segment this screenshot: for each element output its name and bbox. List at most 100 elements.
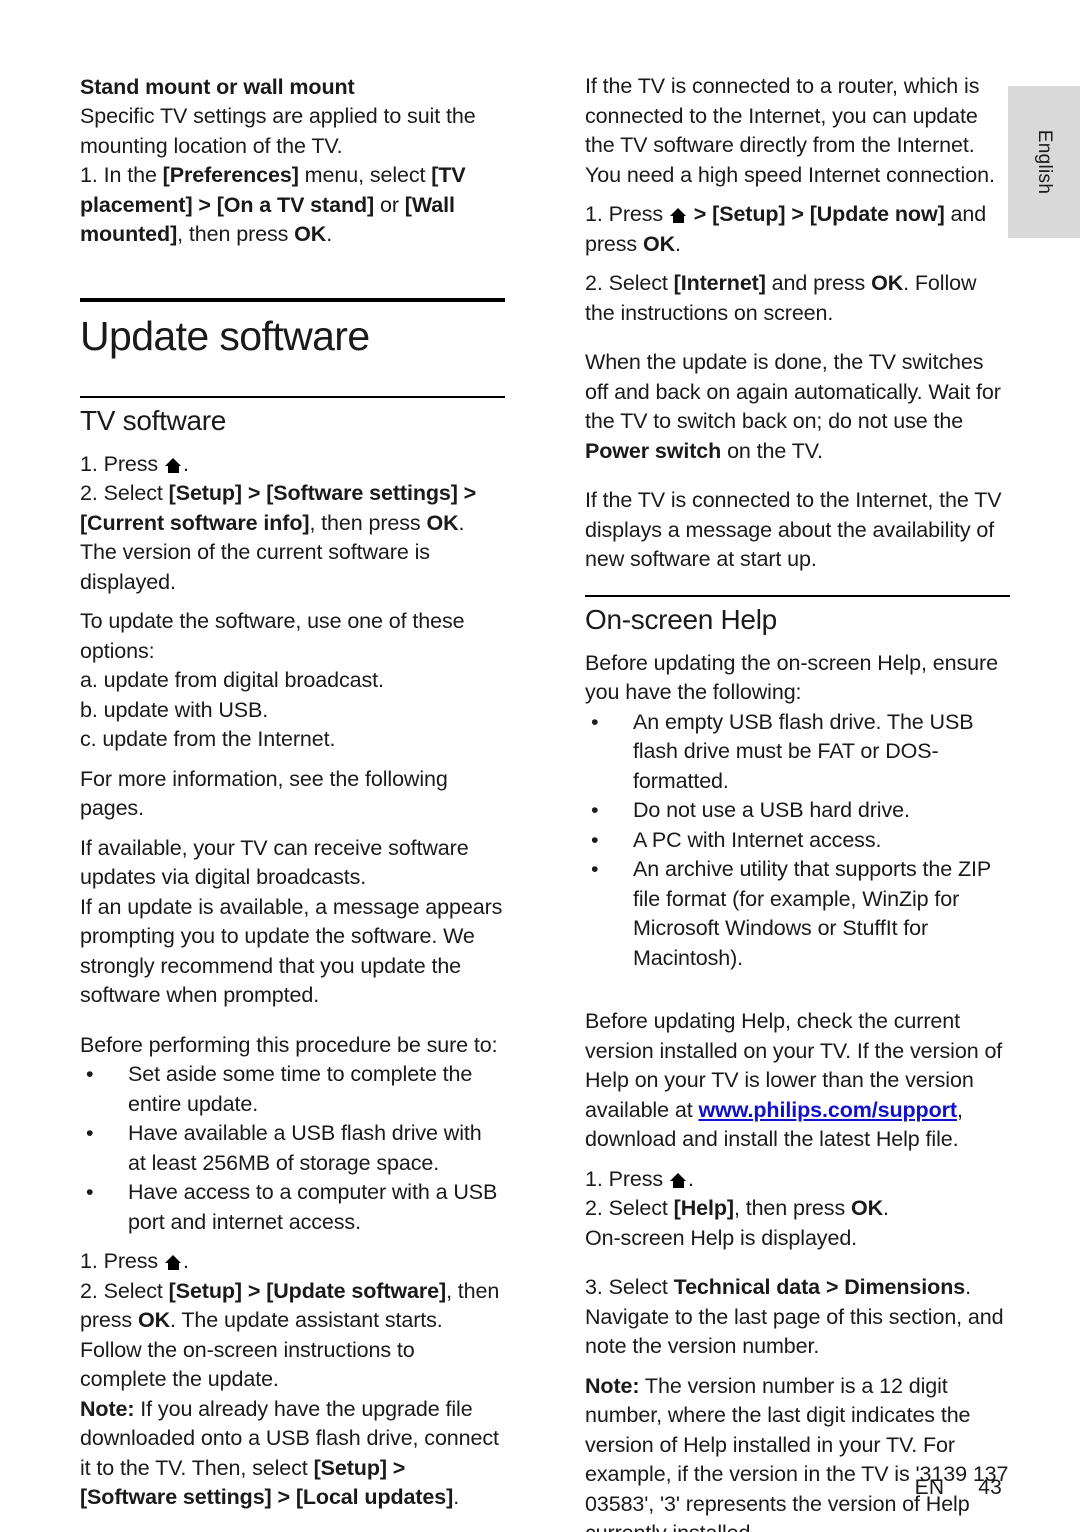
step-text: . [883,1196,889,1220]
step-prefix: 2. Select [80,481,169,505]
separator: > [687,202,713,226]
usb-update-step-2: 2. Select [Setup] > [Update software], t… [80,1277,505,1395]
step-prefix: 1. Press [80,1249,164,1273]
update-option-c: c. update from the Internet. [80,727,336,751]
menu-software-settings: [Software settings] [266,481,458,505]
help-step-1: 1. Press . [585,1165,1010,1195]
power-switch-term: Power switch [585,438,722,463]
list-item-text: A PC with Internet access. [633,827,882,852]
home-icon [164,1255,182,1270]
home-icon [164,457,182,473]
step-prefix: 1. In the [80,163,163,187]
menu-setup: [Setup] [313,1455,387,1480]
stand-mount-intro: Specific TV settings are applied to suit… [80,104,476,158]
help-prereq-intro: Before updating the on-screen Help, ensu… [585,650,998,705]
update-option-a: a. update from digital broadcast. [80,668,384,692]
list-item: • Set aside some time to complete the ent… [80,1060,505,1119]
menu-help: [Help] [673,1196,734,1220]
separator: > [241,1278,267,1303]
list-item: • Have access to a computer with a USB po… [80,1178,505,1237]
menu-technical-data: Technical data [673,1275,821,1299]
separator: > [785,202,810,226]
bullet-icon: • [86,1062,94,1086]
list-item-text: Have access to a computer with a USB por… [128,1180,498,1234]
bullet-icon: • [591,857,599,881]
chapter-title: Update software [80,312,370,359]
menu-update-software: [Update software] [266,1278,447,1303]
stand-mount-heading: Stand mount or wall mount [80,75,355,99]
startup-message-para: If the TV is connected to the Internet, … [585,488,1002,571]
para-text: When the update is done, the TV switches… [585,350,1001,433]
step-text: menu, select [298,163,432,187]
step-prefix: 2. Select [585,1196,674,1220]
step-text: . [675,231,681,256]
step-text: . [182,1249,189,1273]
bullet-icon: • [591,798,599,822]
help-version-note: Note: The version number is a 12 digit n… [585,1372,1010,1532]
menu-setup: [Setup] [168,1278,242,1303]
step-text: , then press [177,222,295,246]
note-text: . [453,1485,460,1509]
key-ok: OK [871,271,904,295]
list-item: • Do not use a USB hard drive. [585,796,1010,826]
digital-broadcast-para: If available, your TV can receive softwa… [80,835,469,890]
menu-on-a-tv-stand: [On a TV stand] [216,192,375,217]
manual-page: English Stand mount or wall mount Specif… [0,0,1080,1532]
menu-internet: [Internet] [673,271,766,295]
help-displayed-text: On-screen Help is displayed. [585,1225,858,1250]
list-item: • Have available a USB flash drive with a… [80,1119,505,1178]
step-text: , then press [733,1196,851,1220]
language-tab: English [1008,86,1080,238]
update-option-b: b. update with USB. [80,697,269,722]
separator: > [457,481,477,505]
separator: > [386,1455,406,1480]
key-ok: OK [294,222,327,246]
usb-update-note: Note: If you already have the upgrade fi… [80,1395,505,1513]
more-information-note: For more information, see the following … [80,766,448,821]
internet-update-intro: If the TV is connected to a router, whic… [585,74,995,187]
home-icon [669,1172,687,1188]
menu-update-now: [Update now] [809,202,945,226]
section-title-onscreen-help: On-screen Help [585,603,777,635]
menu-current-software-info: [Current software info] [80,510,310,535]
menu-setup: [Setup] [712,202,786,226]
update-complete-para: When the update is done, the TV switches… [585,348,1010,466]
note-text: The version number is a 12 digit number,… [585,1373,1009,1532]
key-ok: OK [137,1308,171,1332]
menu-software-settings: [Software settings] [80,1485,272,1509]
usb-update-step-1: 1. Press . [80,1247,505,1277]
philips-support-link[interactable]: www.philips.com/support [698,1098,957,1122]
help-step-2: 2. Select [Help], then press OK. [585,1194,1010,1224]
note-label: Note: [80,1396,135,1421]
help-step-3: 3. Select Technical data > Dimensions. N… [585,1273,1010,1362]
bullet-icon: • [86,1121,94,1145]
list-item: • An empty USB flash drive. The USB flash… [585,708,1010,797]
menu-local-updates: [Local updates] [295,1485,454,1509]
separator: > [271,1485,296,1509]
menu-preferences: [Preferences] [162,163,299,187]
bullet-icon: • [591,709,599,734]
list-item-text: Have available a USB flash drive with at… [128,1121,482,1175]
list-item-text: An archive utility that supports the ZIP… [633,857,991,970]
step-prefix: 1. Press [80,451,164,476]
home-icon [669,208,687,223]
footer-locale: EN [914,1476,945,1499]
step-prefix: 2. Select [585,271,674,295]
before-procedure-list: • Set aside some time to complete the ent… [80,1060,505,1237]
note-label: Note: [585,1373,640,1398]
step-prefix: 1. Press [585,202,669,226]
internet-update-step-2: 2. Select [Internet] and press OK. Follo… [585,269,1010,328]
menu-setup: [Setup] [168,481,242,505]
note-text: If you already have the upgrade file dow… [80,1396,499,1480]
help-version-check-para: Before updating Help, check the current … [585,1007,1010,1155]
step-text: , then press [309,510,427,535]
before-procedure-intro: Before performing this procedure be sure… [80,1032,498,1057]
bullet-icon: • [591,827,599,852]
stand-mount-step-1: 1. In the [Preferences] menu, select [TV… [80,161,505,250]
step-text: . [687,1166,694,1191]
key-ok: OK [850,1196,884,1220]
left-column: Stand mount or wall mount Specific TV se… [80,72,505,1513]
page-footer: EN 43 [915,1476,1002,1500]
help-prereq-list: • An empty USB flash drive. The USB flash… [585,708,1010,974]
footer-page-number: 43 [978,1476,1002,1499]
